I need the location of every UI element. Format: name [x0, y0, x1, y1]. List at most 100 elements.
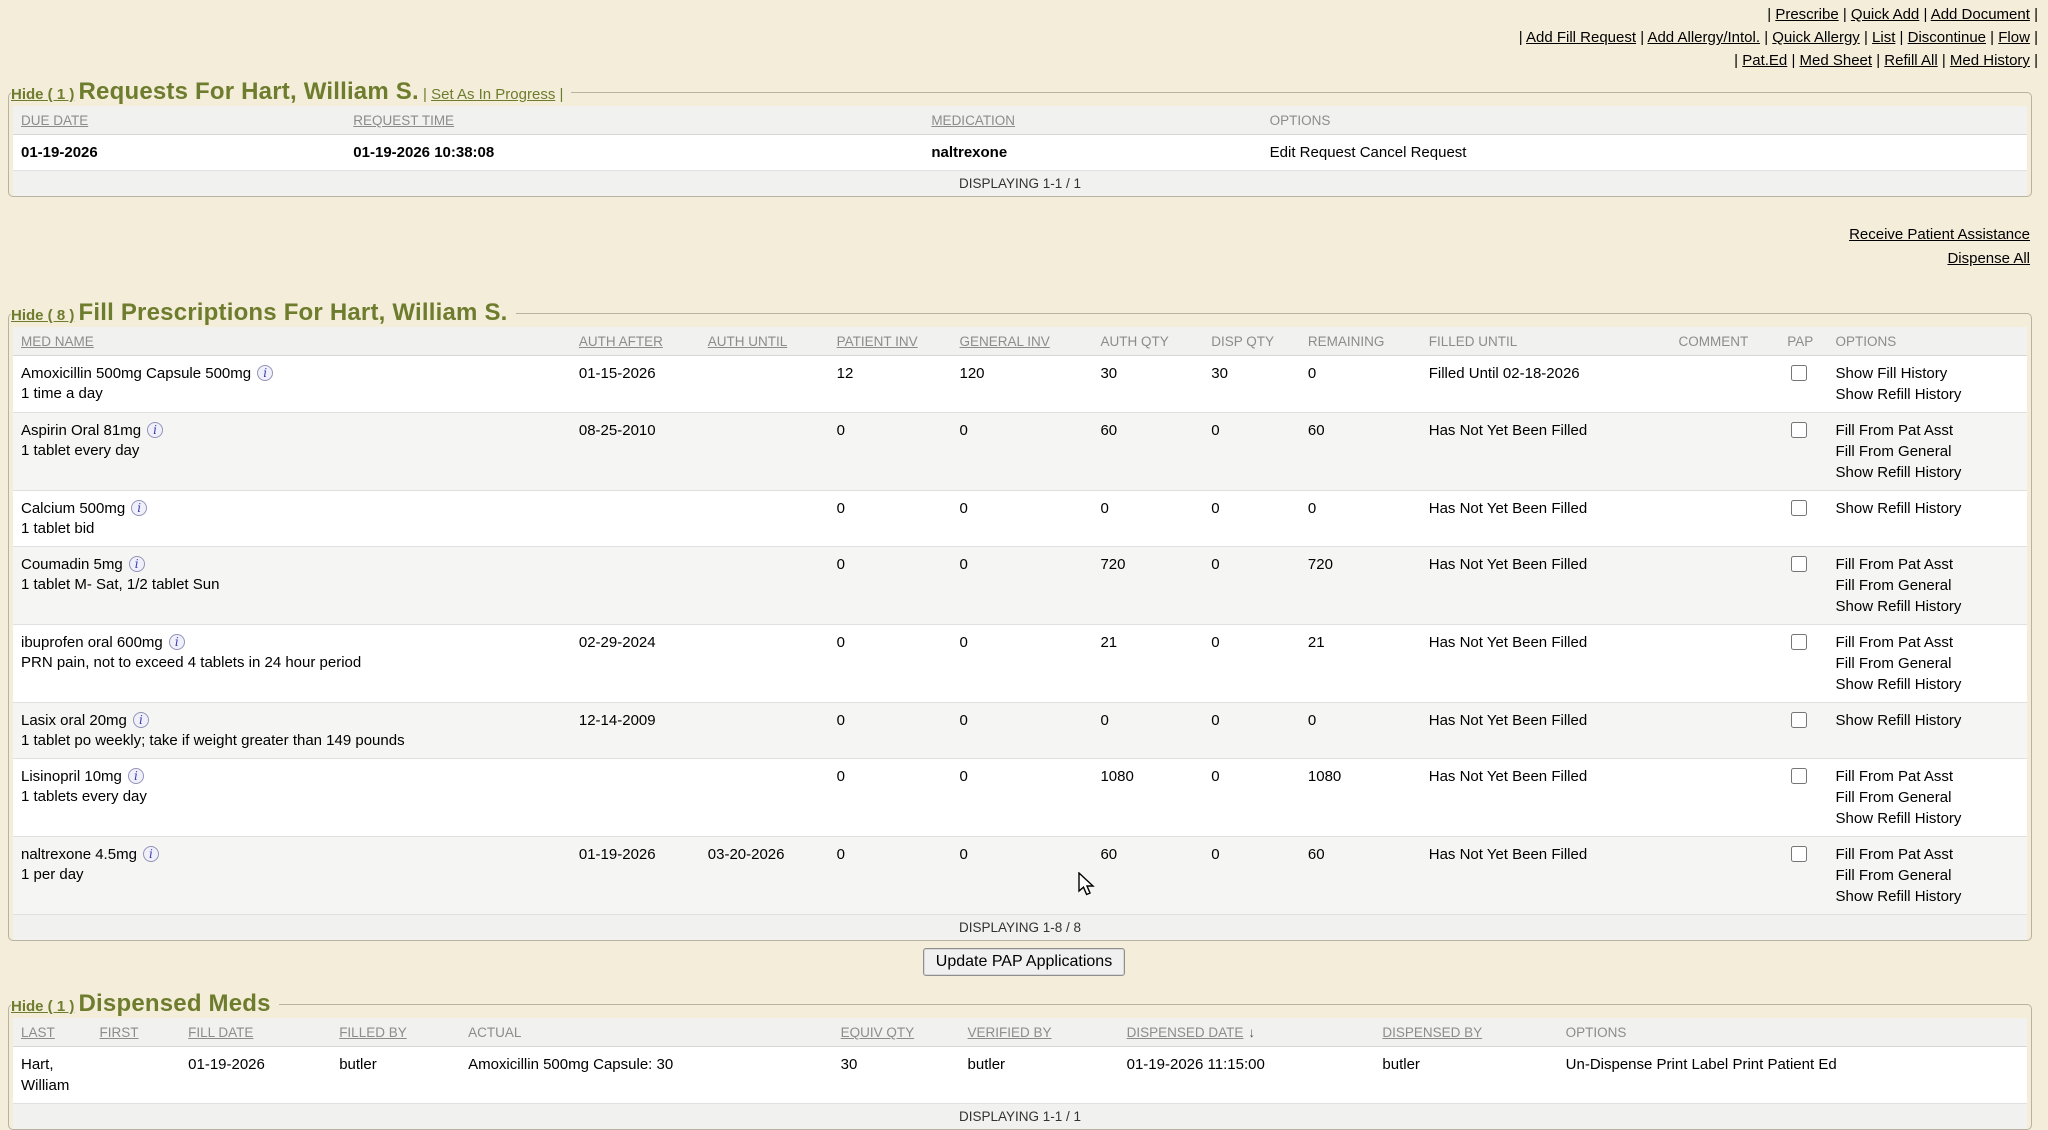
fill-column-header-patient_inv[interactable]: PATIENT INV	[829, 327, 952, 356]
fill-column-header-med_name[interactable]: MED NAME	[13, 327, 571, 356]
dispense-all-link[interactable]: Dispense All	[0, 247, 2030, 271]
dispensed-column-header-last[interactable]: LAST	[13, 1018, 92, 1047]
nav-link-med-sheet[interactable]: Med Sheet	[1800, 52, 1873, 69]
med-info-icon[interactable]: i	[129, 556, 145, 572]
med-sig: 1 tablet M- Sat, 1/2 tablet Sun	[21, 575, 563, 595]
nav-link-quick-allergy[interactable]: Quick Allergy	[1772, 29, 1860, 46]
pap-checkbox[interactable]	[1791, 768, 1807, 784]
nav-link-med-history[interactable]: Med History	[1950, 52, 2030, 69]
pap-checkbox[interactable]	[1791, 712, 1807, 728]
fill-column-header-auth_until[interactable]: AUTH UNTIL	[700, 327, 829, 356]
remaining: 60	[1300, 837, 1421, 915]
dispensed-column-header-fill_date[interactable]: FILL DATE	[180, 1018, 331, 1047]
fill-from-pat-asst-link[interactable]: Fill From Pat Asst	[1836, 766, 2019, 787]
med-name: Lasix oral 20mgi	[21, 710, 563, 731]
requests-legend-action: | Set As In Progress |	[423, 86, 563, 103]
nav-link-prescribe[interactable]: Prescribe	[1775, 6, 1838, 23]
dispensed-column-header-filled_by[interactable]: FILLED BY	[331, 1018, 460, 1047]
show-refill-history-link[interactable]: Show Refill History	[1836, 710, 2019, 731]
show-fill-history-link[interactable]: Show Fill History	[1836, 363, 2019, 384]
nav-link-add-fill-request[interactable]: Add Fill Request	[1526, 29, 1636, 46]
print-label-link[interactable]: Print Label	[1657, 1056, 1729, 1073]
show-refill-history-link[interactable]: Show Refill History	[1836, 384, 2019, 405]
med-name: Amoxicillin 500mg Capsule 500mgi	[21, 363, 563, 384]
med-info-icon[interactable]: i	[133, 712, 149, 728]
disp-qty: 0	[1203, 625, 1300, 703]
pap-checkbox[interactable]	[1791, 634, 1807, 650]
nav-link-quick-add[interactable]: Quick Add	[1851, 6, 1919, 23]
auth-qty: 60	[1092, 837, 1203, 915]
fill-from-pat-asst-link[interactable]: Fill From Pat Asst	[1836, 554, 2019, 575]
fill-from-pat-asst-link[interactable]: Fill From Pat Asst	[1836, 844, 2019, 865]
dispensed-last: Hart, William	[13, 1047, 92, 1104]
med-info-icon[interactable]: i	[257, 365, 273, 381]
nav-link-refill-all[interactable]: Refill All	[1884, 52, 1937, 69]
nav-link-add-document[interactable]: Add Document	[1931, 6, 2030, 23]
med-name: Aspirin Oral 81mgi	[21, 420, 563, 441]
requests-column-header-medication[interactable]: MEDICATION	[923, 106, 1261, 135]
comment	[1670, 625, 1779, 703]
disp-qty: 0	[1203, 837, 1300, 915]
comment	[1670, 356, 1779, 413]
nav-link-discontinue[interactable]: Discontinue	[1908, 29, 1986, 46]
pap-checkbox[interactable]	[1791, 365, 1807, 381]
filled-until: Has Not Yet Been Filled	[1421, 413, 1671, 491]
requests-column-header-due_date[interactable]: DUE DATE	[13, 106, 345, 135]
nav-link-add-allergy-intol[interactable]: Add Allergy/Intol.	[1647, 29, 1760, 46]
med-sig: PRN pain, not to exceed 4 tablets in 24 …	[21, 653, 563, 673]
show-refill-history-link[interactable]: Show Refill History	[1836, 462, 2019, 483]
dispensed-column-header-equiv_qty[interactable]: EQUIV QTY	[833, 1018, 960, 1047]
fill-from-general-link[interactable]: Fill From General	[1836, 441, 2019, 462]
fill-column-header-auth_after[interactable]: AUTH AFTER	[571, 327, 700, 356]
update-pap-applications-button[interactable]: Update PAP Applications	[923, 948, 1125, 976]
med-info-icon[interactable]: i	[169, 634, 185, 650]
fill-column-header-general_inv[interactable]: GENERAL INV	[952, 327, 1093, 356]
fill-prescriptions-section: Hide ( 8 ) Fill Prescriptions For Hart, …	[8, 299, 2032, 941]
show-refill-history-link[interactable]: Show Refill History	[1836, 808, 2019, 829]
print-patient-ed-link[interactable]: Print Patient Ed	[1732, 1056, 1836, 1073]
med-name-text: ibuprofen oral 600mg	[21, 634, 163, 651]
nav-link-list[interactable]: List	[1872, 29, 1895, 46]
show-refill-history-link[interactable]: Show Refill History	[1836, 674, 2019, 695]
pap-checkbox[interactable]	[1791, 846, 1807, 862]
med-info-icon[interactable]: i	[128, 768, 144, 784]
fill-from-general-link[interactable]: Fill From General	[1836, 787, 2019, 808]
comment	[1670, 759, 1779, 837]
request-medication: naltrexone	[923, 135, 1261, 171]
pap-checkbox[interactable]	[1791, 556, 1807, 572]
med-info-icon[interactable]: i	[143, 846, 159, 862]
requests-column-header-request_time[interactable]: REQUEST TIME	[345, 106, 923, 135]
prescription-options: Fill From Pat AsstFill From GeneralShow …	[1828, 547, 2027, 625]
edit-request-link[interactable]: Edit Request	[1270, 144, 1356, 161]
nav-link-pat-ed[interactable]: Pat.Ed	[1742, 52, 1787, 69]
pap-checkbox[interactable]	[1791, 500, 1807, 516]
dispensed-hide-link[interactable]: Hide ( 1 )	[11, 998, 74, 1015]
cancel-request-link[interactable]: Cancel Request	[1360, 144, 1467, 161]
dispensed-column-header-dispensed_date[interactable]: DISPENSED DATE↓	[1119, 1018, 1375, 1047]
med-info-icon[interactable]: i	[147, 422, 163, 438]
show-refill-history-link[interactable]: Show Refill History	[1836, 596, 2019, 617]
fill-from-pat-asst-link[interactable]: Fill From Pat Asst	[1836, 632, 2019, 653]
requests-hide-link[interactable]: Hide ( 1 )	[11, 86, 74, 103]
fill-from-general-link[interactable]: Fill From General	[1836, 653, 2019, 674]
med-name-cell: Lisinopril 10mgi1 tablets every day	[13, 759, 571, 837]
med-info-icon[interactable]: i	[131, 500, 147, 516]
dispensed-column-header-first[interactable]: FIRST	[92, 1018, 181, 1047]
set-as-in-progress-link[interactable]: Set As In Progress	[431, 86, 555, 103]
fill-from-general-link[interactable]: Fill From General	[1836, 865, 2019, 886]
auth-until	[700, 491, 829, 547]
fill-from-pat-asst-link[interactable]: Fill From Pat Asst	[1836, 420, 2019, 441]
fill-from-general-link[interactable]: Fill From General	[1836, 575, 2019, 596]
show-refill-history-link[interactable]: Show Refill History	[1836, 498, 2019, 519]
fill-hide-link[interactable]: Hide ( 8 )	[11, 307, 74, 324]
general-inv: 0	[952, 703, 1093, 759]
receive-patient-assistance-link[interactable]: Receive Patient Assistance	[0, 223, 2030, 247]
un-dispense-link[interactable]: Un-Dispense	[1566, 1056, 1653, 1073]
auth-qty: 0	[1092, 703, 1203, 759]
dispensed-column-header-verified_by[interactable]: VERIFIED BY	[960, 1018, 1119, 1047]
nav-link-flow[interactable]: Flow	[1998, 29, 2030, 46]
pap-checkbox[interactable]	[1791, 422, 1807, 438]
dispensed-table-header: LASTFIRSTFILL DATEFILLED BYACTUALEQUIV Q…	[13, 1018, 2027, 1047]
dispensed-column-header-dispensed_by[interactable]: DISPENSED BY	[1374, 1018, 1557, 1047]
show-refill-history-link[interactable]: Show Refill History	[1836, 886, 2019, 907]
